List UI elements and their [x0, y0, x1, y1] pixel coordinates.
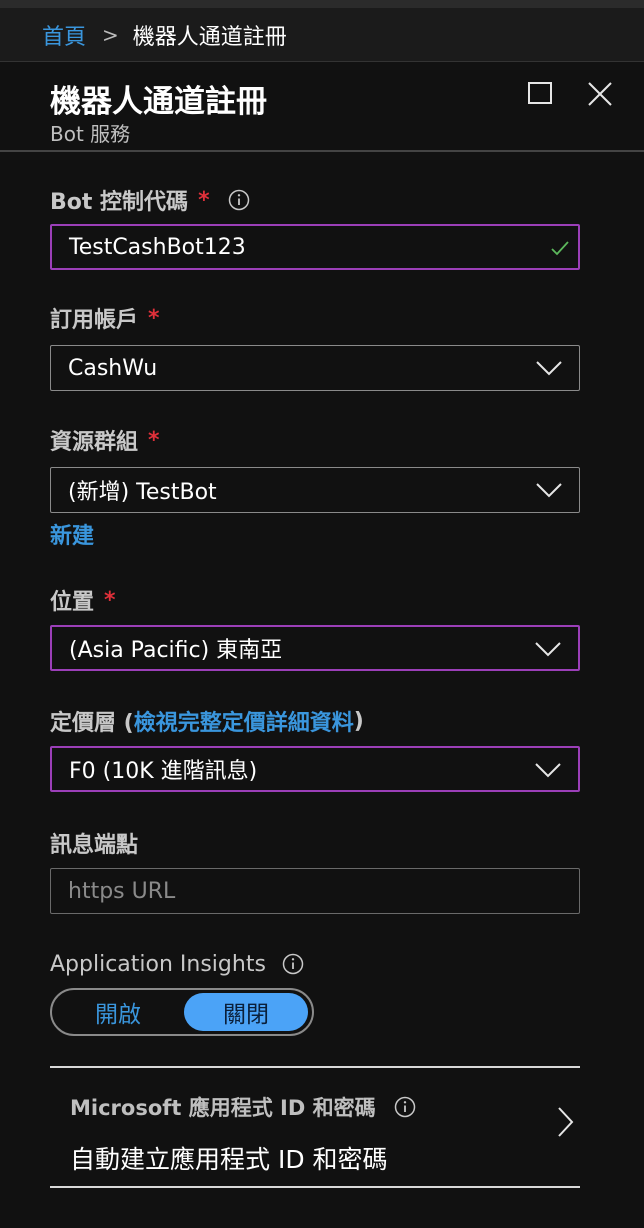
- location-value: (Asia Pacific) 東南亞: [69, 638, 283, 663]
- required-mark: *: [198, 187, 210, 213]
- pricing-tier-dropdown[interactable]: F0 (10K 進階訊息): [50, 746, 580, 792]
- info-icon[interactable]: [394, 1096, 416, 1118]
- close-icon[interactable]: [586, 80, 614, 108]
- chevron-right-icon: [558, 1107, 574, 1137]
- bot-handle-value: TestCashBot123: [69, 234, 246, 260]
- top-strip: [0, 0, 644, 8]
- bot-handle-input[interactable]: TestCashBot123: [50, 224, 580, 270]
- subscription-label-text: 訂用帳戶: [50, 308, 139, 333]
- app-id-label-text: Microsoft 應用程式 ID 和密碼: [70, 1096, 376, 1120]
- app-insights-off-option[interactable]: 關閉: [184, 993, 308, 1031]
- subscription-value: CashWu: [68, 355, 158, 381]
- page-title: 機器人通道註冊: [50, 84, 267, 120]
- breadcrumb-separator: >: [102, 22, 119, 47]
- pricing-tier-label-text: 定價層 (: [50, 711, 134, 736]
- chevron-down-icon: [536, 483, 562, 498]
- create-new-resource-group-link[interactable]: 新建: [50, 518, 94, 550]
- app-insights-label: Application Insights: [50, 950, 304, 978]
- chevron-down-icon: [536, 361, 562, 376]
- location-label: 位置 *: [50, 586, 116, 616]
- info-icon[interactable]: [228, 189, 250, 211]
- app-insights-label-text: Application Insights: [50, 951, 266, 977]
- messaging-endpoint-label: 訊息端點: [50, 829, 139, 858]
- resource-group-value: (新增) TestBot: [68, 480, 217, 505]
- required-mark: *: [148, 427, 160, 453]
- pricing-tier-value: F0 (10K 進階訊息): [69, 759, 258, 784]
- maximize-icon[interactable]: [528, 82, 552, 104]
- subscription-label: 訂用帳戶 *: [50, 304, 160, 334]
- breadcrumb: 首頁 > 機器人通道註冊: [0, 8, 644, 62]
- location-label-text: 位置: [50, 590, 95, 615]
- app-id-password-section[interactable]: Microsoft 應用程式 ID 和密碼 自動建立應用程式 ID 和密碼: [50, 1066, 580, 1188]
- subscription-dropdown[interactable]: CashWu: [50, 345, 580, 391]
- pricing-tier-label-suffix: ): [353, 708, 364, 734]
- info-icon[interactable]: [282, 953, 304, 975]
- breadcrumb-home-link[interactable]: 首頁: [42, 19, 86, 51]
- breadcrumb-current: 機器人通道註冊: [132, 24, 287, 50]
- messaging-endpoint-field[interactable]: [50, 868, 580, 914]
- required-mark: *: [104, 587, 116, 613]
- blade-header: 機器人通道註冊 Bot 服務: [0, 62, 644, 152]
- bot-handle-label: Bot 控制代碼 *: [50, 186, 250, 215]
- page-subtitle: Bot 服務: [50, 122, 131, 146]
- checkmark-icon: [551, 241, 569, 256]
- app-insights-on-option[interactable]: 開啟: [56, 993, 180, 1031]
- resource-group-label: 資源群組 *: [50, 426, 160, 456]
- chevron-down-icon: [535, 763, 561, 778]
- resource-group-label-text: 資源群組: [50, 430, 139, 455]
- messaging-endpoint-label-text: 訊息端點: [50, 833, 139, 858]
- app-id-value: 自動建立應用程式 ID 和密碼: [70, 1145, 388, 1174]
- location-dropdown[interactable]: (Asia Pacific) 東南亞: [50, 625, 580, 671]
- pricing-details-link[interactable]: 檢視完整定價詳細資料: [134, 705, 354, 737]
- messaging-endpoint-input[interactable]: [68, 878, 538, 904]
- pricing-tier-label: 定價層 ( 檢視完整定價詳細資料 ): [50, 705, 364, 737]
- resource-group-dropdown[interactable]: (新增) TestBot: [50, 467, 580, 513]
- required-mark: *: [148, 305, 160, 331]
- app-id-label: Microsoft 應用程式 ID 和密碼: [70, 1092, 416, 1122]
- app-insights-toggle: 開啟 關閉: [50, 988, 314, 1036]
- bot-handle-label-text: Bot 控制代碼: [50, 190, 189, 215]
- chevron-down-icon: [535, 642, 561, 657]
